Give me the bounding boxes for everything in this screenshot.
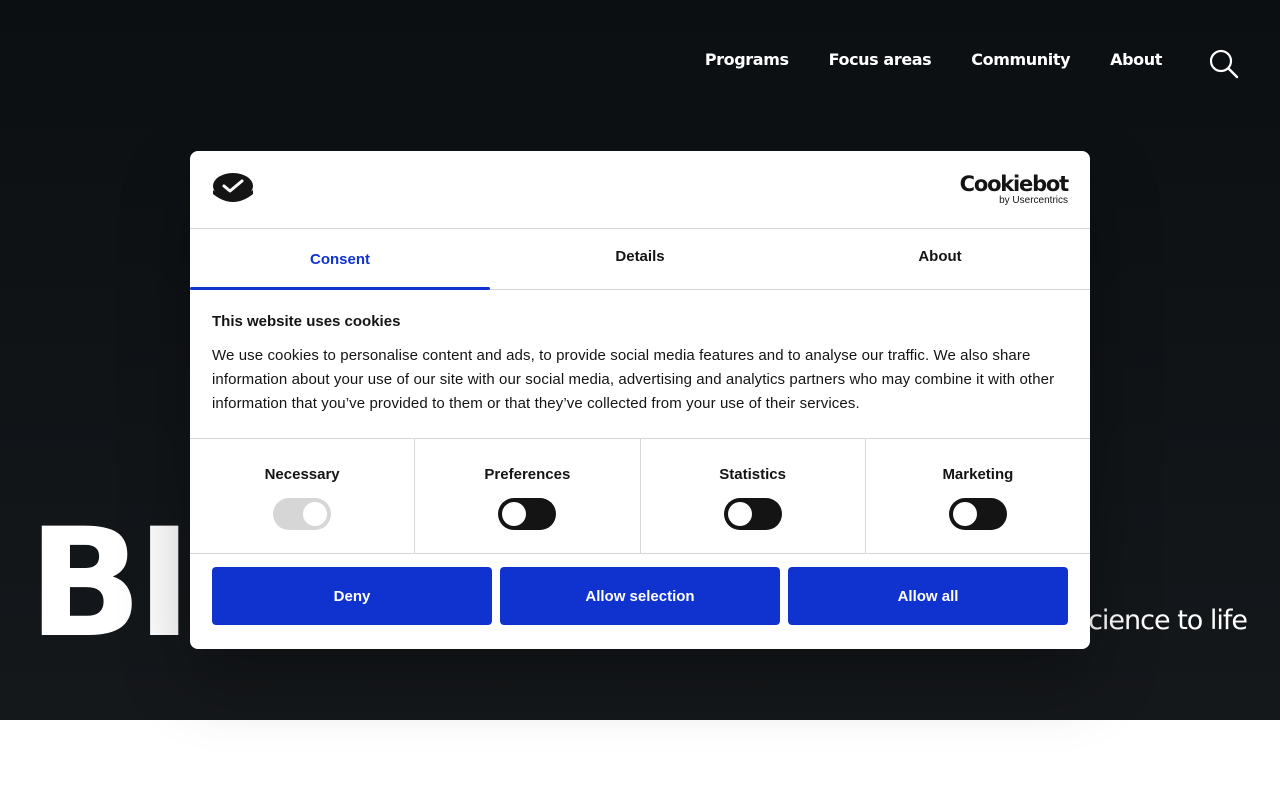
dialog-description: We use cookies to personalise content an… bbox=[212, 347, 1055, 412]
search-icon[interactable] bbox=[1208, 48, 1240, 80]
deny-button[interactable]: Deny bbox=[212, 567, 492, 625]
cookie-consent-dialog: Cookiebot by Usercentrics Consent Detail… bbox=[190, 151, 1090, 649]
consent-categories: Necessary Preferences Statistics Marketi… bbox=[190, 438, 1090, 554]
nav-item-focus-areas[interactable]: Focus areas bbox=[829, 50, 932, 69]
dialog-tabs: Consent Details About bbox=[190, 229, 1090, 290]
allow-selection-button[interactable]: Allow selection bbox=[500, 567, 780, 625]
hero-tagline: science to life bbox=[1075, 605, 1248, 636]
statistics-toggle[interactable] bbox=[723, 498, 782, 530]
cookie-icon bbox=[213, 173, 253, 202]
category-statistics: Statistics bbox=[641, 439, 866, 553]
toggle-knob bbox=[303, 502, 328, 526]
dialog-title: This website uses cookies bbox=[212, 313, 401, 330]
cookiebot-subtitle: by Usercentrics bbox=[999, 195, 1068, 206]
category-label: Marketing bbox=[942, 466, 1014, 483]
cookiebot-logo[interactable]: Cookiebot by Usercentrics bbox=[959, 172, 1070, 207]
category-label: Preferences bbox=[484, 466, 571, 483]
dialog-header: Cookiebot by Usercentrics bbox=[190, 151, 1090, 229]
category-label: Statistics bbox=[719, 466, 786, 483]
category-necessary: Necessary bbox=[190, 439, 416, 553]
page-below-hero bbox=[0, 720, 1280, 800]
nav-item-about[interactable]: About bbox=[1110, 50, 1162, 69]
allow-all-button[interactable]: Allow all bbox=[788, 567, 1068, 625]
tab-consent[interactable]: Consent bbox=[190, 229, 490, 290]
category-marketing: Marketing bbox=[866, 439, 1090, 553]
tab-details[interactable]: Details bbox=[490, 229, 790, 289]
category-preferences: Preferences bbox=[415, 439, 641, 553]
toggle-knob bbox=[502, 502, 527, 526]
cookiebot-name: Cookiebot bbox=[959, 172, 1070, 196]
category-label: Necessary bbox=[264, 466, 340, 483]
dialog-body: This website uses cookies We use cookies… bbox=[212, 313, 1068, 416]
dialog-buttons: Deny Allow selection Allow all bbox=[212, 567, 1068, 627]
nav-item-programs[interactable]: Programs bbox=[705, 50, 789, 69]
marketing-toggle[interactable] bbox=[948, 498, 1007, 530]
nav-item-community[interactable]: Community bbox=[971, 50, 1070, 69]
necessary-toggle bbox=[273, 498, 332, 530]
preferences-toggle[interactable] bbox=[498, 498, 557, 530]
toggle-knob bbox=[727, 502, 752, 526]
main-nav: Programs Focus areas Community About bbox=[705, 50, 1163, 69]
tab-about[interactable]: About bbox=[790, 229, 1090, 289]
toggle-knob bbox=[952, 502, 977, 526]
